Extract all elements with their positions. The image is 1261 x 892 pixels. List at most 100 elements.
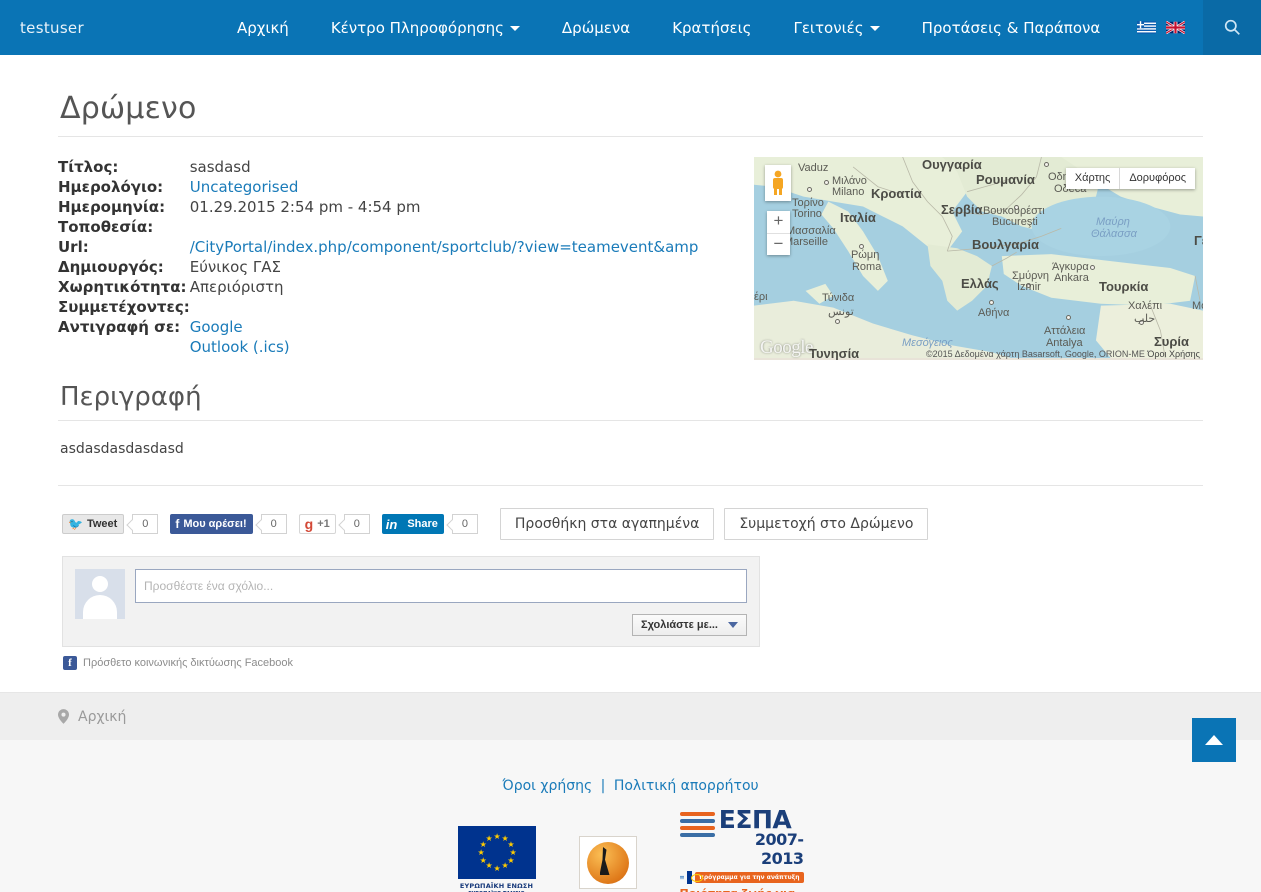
detail-row-creator: Δημιουργός: Εύνικος ΓΑΣ: [58, 257, 698, 277]
google-g-icon: g: [304, 516, 314, 532]
nav-item-protaseis-parapona[interactable]: Προτάσεις & Παράπονα: [901, 0, 1122, 55]
twitter-bird-icon: 🐦: [68, 517, 83, 531]
facebook-composer-right: Σχολιάστε με...: [135, 569, 747, 636]
nav-item-geitonies[interactable]: Γειτονιές: [772, 0, 900, 55]
detail-label: Χωρητικότητα:: [58, 278, 187, 296]
event-location-map[interactable]: VaduzΟυγγαρίαΡουμανίαΟδησσόςΟδесаΜιλάνοM…: [753, 157, 1203, 360]
event-url-link[interactable]: /CityPortal/index.php/component/sportclu…: [190, 238, 699, 256]
detail-row-location: Τοποθεσία:: [58, 217, 698, 237]
detail-row-title: Τίτλος: sasdasd: [58, 157, 698, 177]
facebook-like-button[interactable]: f Μου αρέσει!: [170, 514, 253, 534]
google-plus-one-button[interactable]: g +1: [298, 514, 336, 534]
map-type-controls[interactable]: Χάρτης Δορυφόρος: [1065, 168, 1195, 189]
detail-label: Url:: [58, 238, 89, 256]
language-switcher: [1137, 21, 1203, 34]
detail-value: Εύνικος ΓΑΣ: [189, 258, 282, 276]
nav-item-arxiki[interactable]: Αρχική: [216, 0, 310, 55]
tweet-count: 0: [132, 514, 159, 534]
espa-mid: πρόγραμμα για την ανάπτυξη: [679, 871, 804, 884]
map-city-dot: [1025, 283, 1031, 288]
map-type-satellite-button[interactable]: Δορυφόρος: [1119, 168, 1195, 189]
zoom-in-button[interactable]: +: [767, 211, 790, 233]
nav-item-label: Κέντρο Πληροφόρησης: [330, 18, 504, 37]
search-button[interactable]: [1203, 0, 1261, 55]
details-and-map-row: Τίτλος: sasdasd Ημερολόγιο: Uncategorise…: [58, 157, 1203, 360]
espa-title: ΕΣΠΑ: [718, 805, 792, 834]
detail-row-date: Ημερομηνία: 01.29.2015 2:54 pm - 4:54 pm: [58, 197, 698, 217]
espa-logo: ΕΣΠΑ 2007-2013 πρόγραμμα για την ανάπτυξ…: [679, 805, 804, 892]
scroll-to-top-button[interactable]: [1192, 718, 1236, 762]
breadcrumb: Αρχική: [58, 709, 1203, 725]
pegman-street-view-control[interactable]: [764, 165, 791, 201]
nav-item-label: Αρχική: [236, 18, 289, 37]
map-zoom-controls[interactable]: + −: [766, 211, 790, 255]
chevron-down-icon: [869, 26, 880, 31]
facebook-composer-actions: Σχολιάστε με...: [135, 614, 747, 636]
brand-username[interactable]: testuser: [20, 19, 84, 37]
map-type-map-button[interactable]: Χάρτης: [1065, 168, 1120, 189]
detail-value: [190, 297, 699, 317]
nav-item-kratiseis[interactable]: Κρατήσεις: [651, 0, 772, 55]
privacy-policy-link[interactable]: Πολιτική απορρήτου: [614, 778, 759, 794]
map-city-dot: [858, 244, 864, 249]
linkedin-share-button[interactable]: in Share: [381, 514, 444, 534]
digital-greece-logo: ψηφιακήελλάδα Επιχειρησιακό Πρόγραμμα "Ψ…: [574, 836, 642, 892]
detail-row-calendar: Ημερολόγιο: Uncategorised: [58, 177, 698, 197]
page-content: Δρώμενο Τίτλος: sasdasd Ημερολόγιο: Unca…: [0, 55, 1261, 670]
map-city-dot: [806, 187, 812, 192]
tweet-label: Tweet: [86, 518, 118, 530]
detail-label: Ημερολόγιο:: [58, 178, 164, 196]
map-city-dot: [823, 180, 829, 185]
eu-star-icon: ★: [493, 863, 501, 873]
detail-label: Τίτλος:: [58, 158, 119, 176]
facebook-comment-composer: Σχολιάστε με...: [75, 569, 747, 636]
facebook-like-label: Μου αρέσει!: [183, 518, 247, 530]
description-heading: Περιγραφή: [60, 382, 202, 412]
comment-as-select[interactable]: Σχολιάστε με...: [631, 614, 747, 636]
nav-item-label: Προτάσεις & Παράπονα: [921, 18, 1101, 37]
espa-top: ΕΣΠΑ 2007-2013: [679, 805, 804, 868]
greek-flag-icon: [679, 875, 685, 880]
nav-item-dromena[interactable]: Δρώμενα: [541, 0, 651, 55]
nav-right-controls: [1137, 0, 1261, 55]
nav-item-kentro-pliroforisis[interactable]: Κέντρο Πληροφόρησης: [310, 0, 541, 55]
eu-flag-graphic: ★ ★ ★ ★ ★ ★ ★ ★ ★ ★ ★ ★: [457, 826, 536, 879]
breadcrumb-item-home[interactable]: Αρχική: [78, 709, 126, 725]
zoom-out-button[interactable]: −: [766, 233, 790, 255]
map-city-dot: [1013, 205, 1019, 210]
eu-star-icon: ★: [479, 855, 487, 865]
eu-flag-icon: [687, 871, 704, 884]
detail-label: Αντιγραφή σε:: [58, 318, 181, 336]
google-plus-one-count: 0: [343, 514, 370, 534]
join-event-button[interactable]: Συμμετοχή στο Δρώμενο: [724, 508, 929, 540]
eu-star-icon: ★: [493, 831, 501, 841]
detail-row-url: Url: /CityPortal/index.php/component/spo…: [58, 237, 698, 257]
eu-star-icon: ★: [477, 847, 485, 857]
facebook-like-count: 0: [260, 514, 287, 534]
comment-input[interactable]: [135, 569, 747, 603]
detail-row-participants: Συμμετέχοντες:: [58, 297, 698, 317]
map-pin-icon: [58, 709, 69, 724]
english-flag-icon[interactable]: [1166, 21, 1185, 34]
add-to-favorites-button[interactable]: Προσθήκη στα αγαπημένα: [499, 508, 715, 540]
terms-of-use-link[interactable]: Όροι χρήσης: [502, 778, 592, 794]
detail-label: Δημιουργός:: [58, 258, 164, 276]
twitter-tweet-button[interactable]: 🐦 Tweet: [62, 514, 125, 534]
espa-years: 2007-2013: [754, 830, 804, 868]
map-city-dot: [1089, 265, 1095, 270]
facebook-plugin-note: f Πρόσθετο κοινωνικής δικτύωσης Facebook: [63, 656, 1203, 670]
map-city-dot: [1138, 320, 1144, 325]
copy-to-google-link[interactable]: Google: [190, 317, 699, 337]
footer-links: Όροι χρήσης | Πολιτική απορρήτου: [0, 740, 1261, 794]
search-icon: [1224, 19, 1240, 35]
eu-star-icon: ★: [485, 833, 493, 843]
greek-flag-icon[interactable]: [1137, 21, 1156, 34]
footer-link-separator: |: [600, 778, 606, 794]
map-city-dot: [1043, 162, 1049, 167]
page-footer: Όροι χρήσης | Πολιτική απορρήτου ★ ★ ★ ★ ★ ★ ★…: [0, 740, 1261, 892]
top-navigation-bar: testuser Αρχική Κέντρο Πληροφόρησης Δρώμ…: [0, 0, 1261, 55]
calendar-link[interactable]: Uncategorised: [190, 178, 299, 196]
detail-label: Συμμετέχοντες:: [58, 298, 190, 316]
page-root: testuser Αρχική Κέντρο Πληροφόρησης Δρώμ…: [0, 0, 1261, 892]
copy-to-outlook-link[interactable]: Outlook (.ics): [190, 337, 699, 357]
